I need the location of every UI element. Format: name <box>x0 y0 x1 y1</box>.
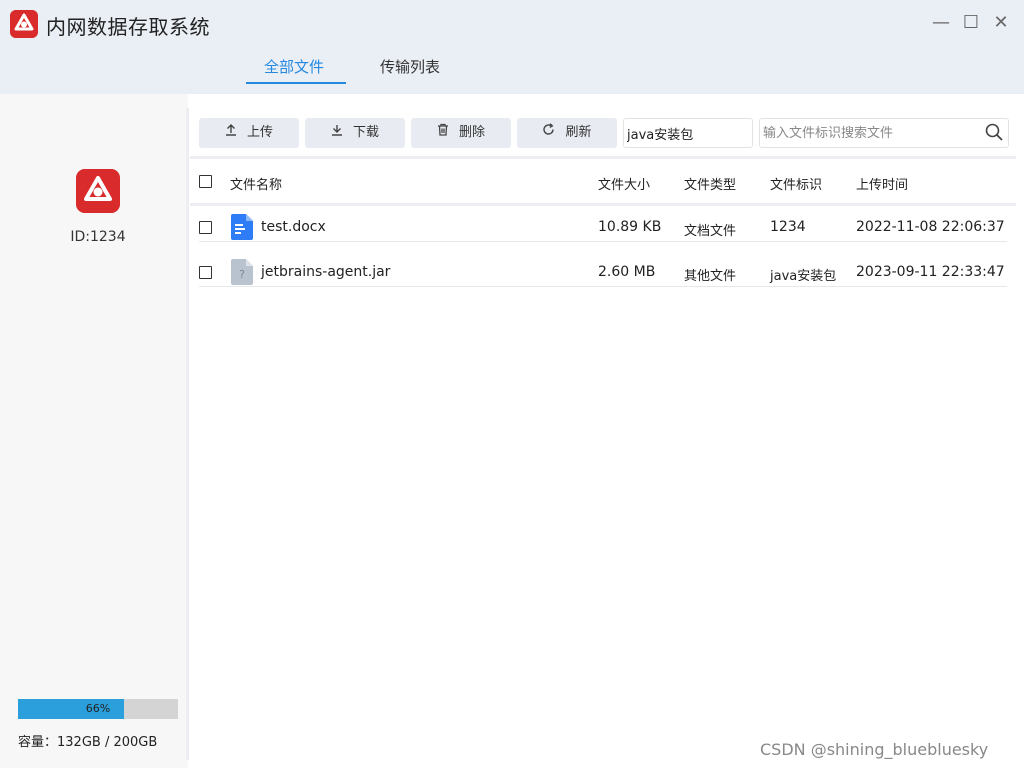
column-header-time[interactable]: 上传时间 <box>856 174 908 193</box>
row-checkbox[interactable] <box>199 266 212 279</box>
download-icon <box>331 118 343 148</box>
row-upload-time: 2023-09-11 22:33:47 <box>856 264 1005 280</box>
row-upload-time: 2022-11-08 22:06:37 <box>856 219 1005 235</box>
sidebar-divider <box>186 108 189 760</box>
row-file-tag: 1234 <box>770 219 806 235</box>
maximize-button[interactable]: ☐ <box>960 12 982 34</box>
search-icon[interactable] <box>984 122 1004 142</box>
row-divider <box>199 241 1007 242</box>
file-tag-filter-input[interactable] <box>623 118 753 148</box>
word-document-icon <box>231 214 253 240</box>
tab-all-files[interactable]: 全部文件 <box>264 56 324 77</box>
row-file-name: jetbrains-agent.jar <box>261 264 391 280</box>
svg-text:?: ? <box>239 268 245 281</box>
upload-icon <box>225 118 237 148</box>
refresh-icon <box>542 118 555 148</box>
minimize-button[interactable]: — <box>930 12 952 34</box>
row-divider <box>199 286 1007 287</box>
column-header-tag[interactable]: 文件标识 <box>770 174 822 193</box>
unknown-file-icon: ? <box>231 259 253 285</box>
column-header-name[interactable]: 文件名称 <box>230 174 282 193</box>
title-bar: 内网数据存取系统 — ☐ ✕ 全部文件 传输列表 <box>0 0 1024 94</box>
row-file-type: 文档文件 <box>684 224 737 239</box>
upload-button[interactable]: 上传 <box>199 118 299 148</box>
row-file-type: 其他文件 <box>684 269 737 284</box>
row-file-size: 10.89 KB <box>598 219 662 235</box>
toolbar-divider <box>190 156 1016 159</box>
download-button[interactable]: 下载 <box>305 118 405 148</box>
user-id: ID:1234 <box>70 229 126 245</box>
tab-transfer-list[interactable]: 传输列表 <box>380 56 440 77</box>
column-header-type[interactable]: 文件类型 <box>684 174 736 193</box>
download-label: 下载 <box>352 125 379 140</box>
storage-capacity: 容量：132GB / 200GB <box>18 735 158 750</box>
watermark: CSDN @shining_bluebluesky <box>760 740 989 759</box>
table-header-divider <box>190 203 1016 206</box>
close-button[interactable]: ✕ <box>990 12 1012 34</box>
refresh-label: 刷新 <box>565 125 592 140</box>
refresh-button[interactable]: 刷新 <box>517 118 617 148</box>
app-title: 内网数据存取系统 <box>46 15 210 39</box>
upload-label: 上传 <box>246 125 273 140</box>
row-file-size: 2.60 MB <box>598 264 656 280</box>
storage-progress-bar: 66% <box>18 699 178 719</box>
row-file-name: test.docx <box>261 219 326 235</box>
delete-label: 删除 <box>458 125 485 140</box>
active-tab-indicator <box>246 82 346 84</box>
row-checkbox[interactable] <box>199 221 212 234</box>
delete-button[interactable]: 删除 <box>411 118 511 148</box>
app-logo-icon <box>10 10 38 38</box>
search-input[interactable] <box>759 118 1009 148</box>
select-all-checkbox[interactable] <box>199 175 212 188</box>
row-file-tag: java安装包 <box>770 269 837 284</box>
storage-progress-label: 66% <box>85 702 111 715</box>
column-header-size[interactable]: 文件大小 <box>598 174 650 193</box>
trash-icon <box>437 118 449 148</box>
avatar[interactable] <box>76 169 120 213</box>
